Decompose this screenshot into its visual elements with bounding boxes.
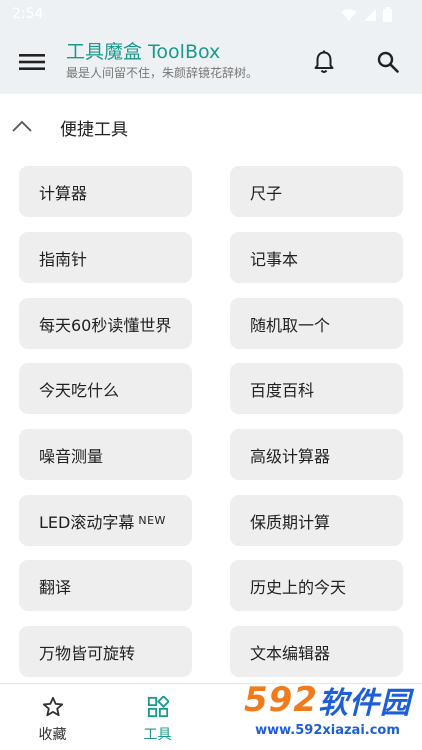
tool-button-daily-news[interactable]: 每天60秒读懂世界 <box>19 298 192 349</box>
nav-item-tools[interactable]: 工具 <box>105 684 210 750</box>
section-title: 便捷工具 <box>60 120 128 140</box>
tool-button-advanced-calculator[interactable]: 高级计算器 <box>230 429 403 480</box>
notifications-button[interactable] <box>306 44 342 80</box>
title-block: 工具魔盒 ToolBox 最是人间留不住，朱颜辞镜花辞树。 <box>66 40 258 81</box>
apps-grid-icon <box>147 696 169 718</box>
new-badge: NEW <box>138 514 166 527</box>
tool-button-random-pick[interactable]: 随机取一个 <box>230 298 403 349</box>
section-header[interactable]: 便捷工具 <box>0 100 422 154</box>
watermark-url: www.592xiazai.com <box>255 723 400 738</box>
tool-button-noise-meter[interactable]: 噪音测量 <box>19 429 192 480</box>
tool-button-calculator[interactable]: 计算器 <box>19 166 192 217</box>
tool-button-baidu-baike[interactable]: 百度百科 <box>230 363 403 414</box>
battery-icon <box>383 7 392 22</box>
search-button[interactable] <box>370 44 406 80</box>
app-bar: 工具魔盒 ToolBox 最是人间留不住，朱颜辞镜花辞树。 <box>0 30 422 94</box>
cellular-signal-icon <box>364 8 376 21</box>
menu-button[interactable] <box>14 46 50 78</box>
nav-item-favorites[interactable]: 收藏 <box>0 684 105 750</box>
watermark-logo: 592 软件园 <box>244 680 411 721</box>
nav-label-tools: 工具 <box>143 727 172 743</box>
tool-button-translate[interactable]: 翻译 <box>19 560 192 611</box>
hamburger-menu-icon <box>19 54 45 70</box>
status-time: 2:54 <box>12 6 44 22</box>
app-subtitle: 最是人间留不住，朱颜辞镜花辞树。 <box>66 66 259 80</box>
tool-button-rotate-anything[interactable]: 万物皆可旋转 <box>19 626 192 677</box>
tool-button-what-to-eat[interactable]: 今天吃什么 <box>19 363 192 414</box>
watermark: 592 软件园 www.592xiazai.com <box>233 665 422 750</box>
nav-label-favorites: 收藏 <box>38 727 67 743</box>
tool-button-ruler[interactable]: 尺子 <box>230 166 403 217</box>
tool-button-led-marquee[interactable]: LED滚动字幕 NEW <box>19 495 192 546</box>
tool-button-shelf-life[interactable]: 保质期计算 <box>230 495 403 546</box>
star-outline-icon <box>42 696 64 717</box>
status-bar: 2:54 <box>0 0 422 30</box>
wifi-icon <box>341 8 357 21</box>
tool-button-today-in-history[interactable]: 历史上的今天 <box>230 560 403 611</box>
search-icon <box>377 51 399 73</box>
tool-button-compass[interactable]: 指南针 <box>19 232 192 283</box>
app-title: 工具魔盒 ToolBox <box>66 41 221 63</box>
chevron-up-icon[interactable] <box>10 116 34 136</box>
bell-icon <box>314 50 334 73</box>
status-icons <box>341 7 392 22</box>
tool-button-notepad[interactable]: 记事本 <box>230 232 403 283</box>
